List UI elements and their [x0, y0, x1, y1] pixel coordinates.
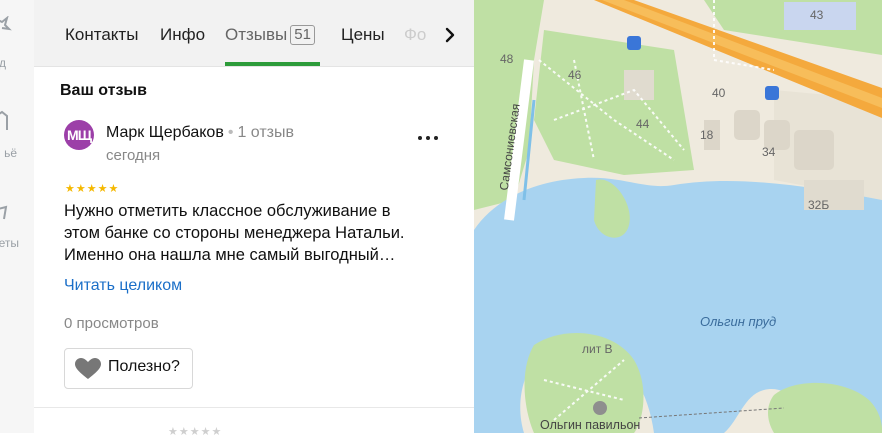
map-label: 34 — [762, 145, 776, 159]
next-review-stars: ★★★★★ — [168, 426, 223, 438]
author-review-count: 1 отзыв — [237, 124, 294, 141]
star-icon — [0, 15, 34, 38]
more-options-button[interactable] — [418, 128, 440, 148]
read-more-link[interactable]: Читать целиком — [64, 277, 182, 295]
useful-button[interactable]: Полезно? — [64, 348, 193, 389]
divider — [34, 407, 474, 408]
map-label: 44 — [636, 117, 650, 131]
tab-reviews-label: Отзывы — [225, 25, 288, 44]
nav-item-label: ьё — [4, 146, 17, 160]
rating-stars: ★★★★★ — [65, 183, 120, 195]
dot-icon — [418, 136, 422, 140]
tab-info[interactable]: Инфо — [160, 25, 205, 45]
bookmark-icon — [0, 110, 34, 132]
pavilion-label: Ольгин павильон — [540, 418, 641, 432]
map-label: лит В — [582, 342, 613, 356]
tab-bar: Контакты Инфо Отзывы 51 Цены Фо — [34, 0, 474, 67]
map-label: 32Б — [808, 198, 830, 212]
nav-item-label: еты — [0, 236, 19, 250]
author-name[interactable]: Марк Щербаков — [106, 124, 224, 141]
map-label: 43 — [810, 8, 824, 22]
tab-photos[interactable]: Фо — [404, 25, 434, 45]
review-text: Нужно отметить классное обслуживание в э… — [64, 202, 405, 264]
separator-dot: • — [227, 124, 234, 141]
pond-label: Ольгин пруд — [700, 314, 777, 329]
nav-item-label: д — [0, 56, 6, 70]
tab-reviews[interactable]: Отзывы 51 — [225, 25, 315, 45]
organization-panel: Контакты Инфо Отзывы 51 Цены Фо Ваш отзыв… — [34, 0, 474, 438]
map[interactable]: 43 48 46 40 44 18 34 32Б Самсониевская О… — [474, 0, 882, 433]
views-count: 0 просмотров — [64, 315, 159, 332]
nav-item-routes[interactable]: еты — [0, 205, 34, 250]
map-label: 18 — [700, 128, 714, 142]
nav-item-bookmarks[interactable]: ьё — [0, 110, 34, 160]
chevron-right-icon — [445, 27, 455, 43]
nav-item-favorites[interactable]: д — [0, 15, 34, 70]
avatar[interactable]: МЩ — [64, 120, 94, 150]
tab-contacts[interactable]: Контакты — [65, 25, 138, 45]
tab-prices[interactable]: Цены — [341, 25, 385, 45]
route-icon — [0, 205, 34, 227]
review-date: сегодня — [106, 147, 161, 164]
heart-icon — [75, 358, 101, 379]
useful-label: Полезно? — [108, 358, 180, 375]
left-nav: д ьё еты — [0, 0, 35, 433]
map-label: 40 — [712, 86, 726, 100]
dot-icon — [434, 136, 438, 140]
your-review-title: Ваш отзыв — [60, 82, 147, 99]
map-label: 48 — [500, 52, 514, 66]
map-canvas[interactable] — [474, 0, 882, 433]
review-author[interactable]: Марк Щербаков • 1 отзыв — [106, 124, 294, 142]
dot-icon — [426, 136, 430, 140]
reviews-count-badge: 51 — [290, 25, 315, 45]
active-tab-indicator — [225, 62, 320, 66]
tabs-scroll-right-button[interactable] — [438, 22, 462, 48]
map-label: 46 — [568, 68, 582, 82]
